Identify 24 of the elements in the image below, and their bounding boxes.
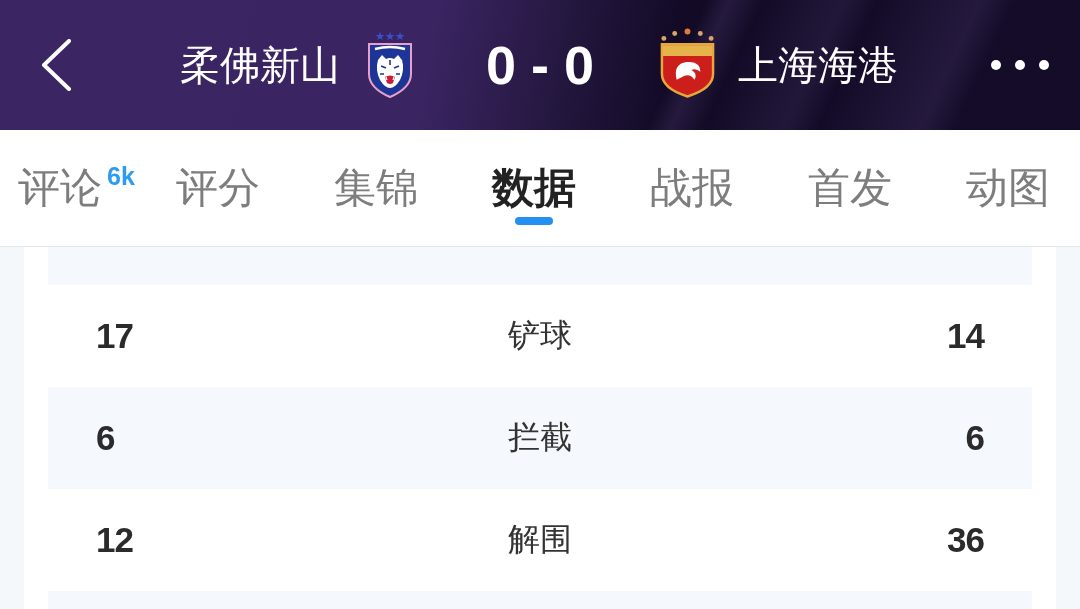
more-button[interactable] bbox=[990, 59, 1050, 71]
tab[interactable]: 战报 bbox=[650, 163, 734, 225]
away-stat-value: 36 bbox=[947, 520, 984, 560]
away-team-name: 上海海港 bbox=[738, 42, 898, 89]
tab[interactable]: 动图 bbox=[966, 163, 1050, 225]
tab[interactable]: 数据 bbox=[492, 163, 576, 225]
tab[interactable]: 评分 bbox=[176, 163, 260, 225]
away-stat-value: 14 bbox=[947, 316, 984, 356]
home-stat-value: 6 bbox=[96, 418, 115, 458]
away-stat-value: 6 bbox=[965, 418, 984, 458]
match-score: 0 - 0 bbox=[485, 34, 595, 97]
tab[interactable]: 首发 bbox=[808, 163, 892, 225]
stat-label: 解围 bbox=[508, 520, 572, 559]
stat-label: 铲球 bbox=[508, 316, 572, 355]
tiger-shield-crest-icon bbox=[366, 30, 414, 98]
more-icon bbox=[990, 59, 1050, 71]
comment-count: 6k bbox=[107, 162, 135, 190]
stat-label: 拦截 bbox=[508, 418, 572, 457]
tab[interactable]: 集锦 bbox=[334, 163, 418, 225]
home-stat-value: 12 bbox=[96, 520, 133, 560]
home-stat-value: 17 bbox=[96, 316, 133, 356]
home-team-name: 柔佛新山 bbox=[180, 42, 340, 89]
back-button[interactable] bbox=[40, 39, 72, 91]
back-icon bbox=[40, 39, 72, 91]
